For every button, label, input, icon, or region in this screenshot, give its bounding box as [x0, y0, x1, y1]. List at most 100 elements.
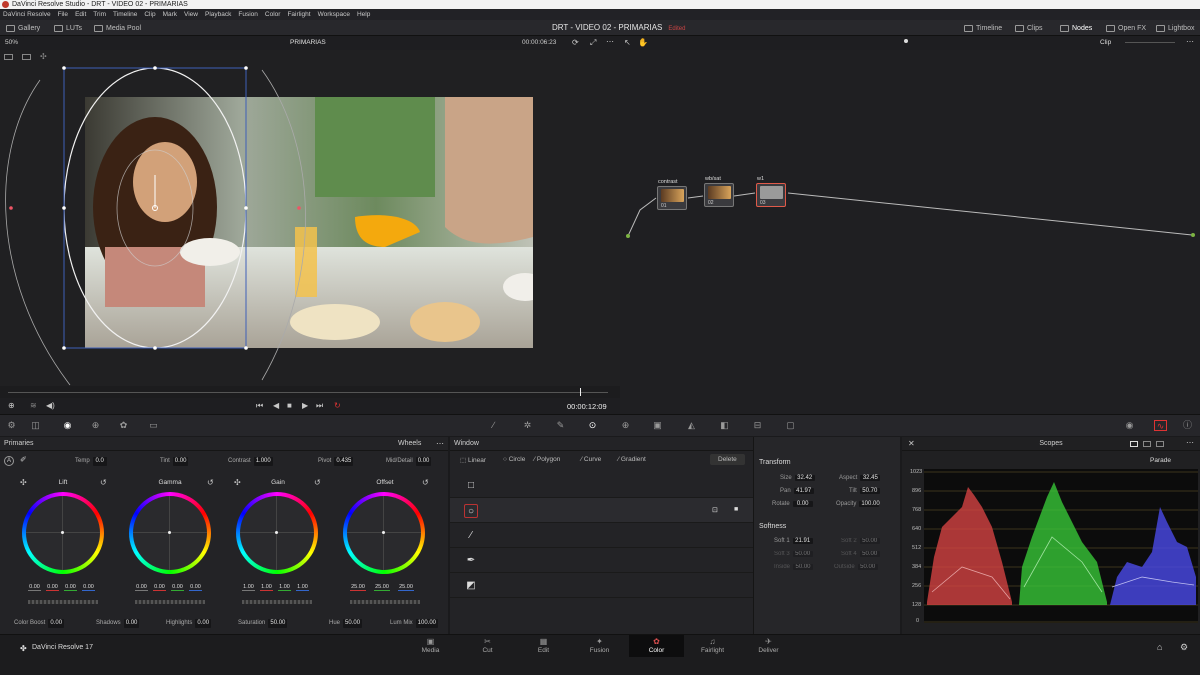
linear-tool[interactable]: ⬚ Linear [460, 456, 486, 464]
soft2-field[interactable]: Soft 2 50.00 [841, 538, 880, 544]
tab-deliver[interactable]: ✈ Deliver [741, 635, 796, 657]
fullscreen-icon[interactable]: ⤢ [590, 38, 596, 48]
menu-fusion[interactable]: Fusion [238, 11, 258, 18]
3d-icon[interactable]: ▢ [785, 420, 796, 431]
rotate-field[interactable]: Rotate 0.00 [772, 501, 813, 507]
gamma-reset-icon[interactable]: ↺ [207, 478, 214, 487]
lift-master-slider[interactable] [28, 600, 98, 604]
color-match-icon[interactable]: ◫ [30, 420, 41, 431]
stop-icon[interactable]: ■ [287, 401, 292, 410]
gain-picker-icon[interactable]: ✣ [234, 478, 241, 487]
gain-values[interactable]: 1.00 1.00 1.00 1.00 [242, 584, 309, 591]
tab-color[interactable]: ✿ Color [629, 635, 684, 657]
layers-icon[interactable]: ≋ [30, 401, 37, 410]
settings-icon[interactable]: ⚙ [1180, 642, 1188, 653]
soft1-field[interactable]: Soft 1 21.91 [774, 538, 813, 544]
polygon-tool[interactable]: ∕ Polygon [534, 456, 560, 463]
lift-wheel[interactable] [22, 492, 104, 574]
tab-media[interactable]: ▣ Media [403, 635, 458, 657]
hue-field[interactable]: Hue 50.00 [329, 619, 363, 628]
view-options-icon[interactable]: ⊕ [8, 401, 15, 410]
menu-playback[interactable]: Playback [205, 11, 231, 18]
scope-dual-icon[interactable] [1143, 441, 1151, 447]
offset-values[interactable]: 25.00 25.00 25.00 [350, 584, 414, 591]
pan-field[interactable]: Pan 41.97 [780, 488, 814, 494]
scopes-toggle-icon[interactable]: ∿ [1154, 420, 1167, 431]
luts-button[interactable]: LUTs [54, 23, 82, 33]
lightbox-button[interactable]: Lightbox [1156, 23, 1194, 33]
open-fx-button[interactable]: Open FX [1106, 23, 1146, 33]
color-boost-field[interactable]: Color Boost 0.00 [14, 619, 65, 628]
curves-icon[interactable]: ∕ [488, 420, 499, 431]
tab-edit[interactable]: ▦ Edit [516, 635, 571, 657]
aspect-field[interactable]: Aspect 32.45 [839, 475, 881, 481]
node-zoom-slider[interactable] [1125, 42, 1175, 43]
menu-help[interactable]: Help [357, 11, 370, 18]
pivot-field[interactable]: Pivot 0.435 [318, 457, 354, 466]
menu-trim[interactable]: Trim [93, 11, 106, 18]
primaries-more-icon[interactable]: ⋯ [436, 437, 444, 451]
saturation-field[interactable]: Saturation 50.00 [238, 619, 288, 628]
window-row-circle[interactable]: ○ ⊡ ■ [450, 498, 753, 523]
first-frame-icon[interactable]: ⏮ [256, 401, 263, 411]
window-tool-icon[interactable]: ⊙ [587, 420, 598, 431]
gain-master-slider[interactable] [242, 600, 312, 604]
pointer-icon[interactable]: ↖ [624, 38, 631, 47]
primaries-mode-select[interactable]: Wheels [398, 437, 421, 451]
opacity-field[interactable]: Opacity 100.00 [836, 501, 880, 507]
window-row-polygon[interactable]: ∕ [450, 523, 753, 548]
tilt-field[interactable]: Tilt 50.70 [849, 488, 880, 494]
loop-icon[interactable]: ⟳ [572, 38, 579, 47]
scopes-more-icon[interactable]: ⋯ [1186, 438, 1194, 447]
square-window-icon[interactable]: □ [464, 479, 478, 493]
node-03[interactable]: w1 03 [756, 176, 786, 207]
more-options-icon[interactable]: ⋯ [606, 37, 614, 46]
menu-file[interactable]: File [58, 11, 68, 18]
lift-values[interactable]: 0.00 0.00 0.00 0.00 [28, 584, 95, 591]
playhead[interactable] [580, 388, 581, 396]
hdr-icon[interactable]: ▭ [148, 420, 159, 431]
picker-icon[interactable]: ✐ [20, 455, 27, 464]
nodes-button[interactable]: Nodes [1060, 23, 1092, 33]
gradient-tool[interactable]: ∕ Gradient [618, 456, 646, 463]
zoom-select[interactable]: 50% [5, 39, 18, 46]
home-icon[interactable]: ⌂ [1157, 642, 1162, 652]
window-row-gradient[interactable]: ◩ [450, 573, 753, 598]
gradient-window-icon[interactable]: ◩ [464, 579, 478, 593]
node-01[interactable]: contrast 01 [657, 179, 687, 210]
tint-field[interactable]: Tint 0.00 [160, 457, 189, 466]
shadows-field[interactable]: Shadows 0.00 [96, 619, 140, 628]
tracker-icon[interactable]: ⊕ [620, 420, 631, 431]
gallery-button[interactable]: Gallery [6, 23, 40, 33]
contrast-field[interactable]: Contrast 1.000 [228, 457, 273, 466]
curve-tool[interactable]: ∕ Curve [581, 456, 601, 463]
menu-view[interactable]: View [184, 11, 198, 18]
close-scopes-icon[interactable]: ✕ [908, 439, 915, 448]
scope-single-icon[interactable] [1130, 441, 1138, 447]
menu-clip[interactable]: Clip [144, 11, 155, 18]
qualifier-icon[interactable]: ✎ [555, 420, 566, 431]
power-window-overlay[interactable] [0, 50, 620, 386]
window-row-curve[interactable]: ✒ [450, 548, 753, 573]
color-wheels-icon[interactable]: ◉ [62, 420, 73, 431]
offset-wheel[interactable] [343, 492, 425, 574]
middetail-field[interactable]: Mid/Detail 0.00 [386, 457, 432, 466]
blur-icon[interactable]: ◭ [686, 420, 697, 431]
circle-tool[interactable]: ○ Circle [503, 456, 525, 463]
play-reverse-icon[interactable]: ◀ [273, 401, 279, 410]
offset-reset-icon[interactable]: ↺ [422, 478, 429, 487]
circle-window-icon[interactable]: ○ [464, 504, 478, 518]
gain-wheel[interactable] [236, 492, 318, 574]
eye-icon[interactable]: ◉ [1124, 420, 1135, 431]
play-icon[interactable]: ▶ [302, 401, 308, 410]
tab-cut[interactable]: ✂ Cut [460, 635, 515, 657]
media-pool-button[interactable]: Media Pool [94, 23, 141, 33]
menu-workspace[interactable]: Workspace [318, 11, 350, 18]
clips-button[interactable]: Clips [1015, 23, 1043, 33]
magic-mask-icon[interactable]: ▣ [652, 420, 663, 431]
window-enable-icon[interactable]: ■ [734, 506, 738, 513]
menu-color[interactable]: Color [265, 11, 281, 18]
motion-effects-icon[interactable]: ✿ [118, 420, 129, 431]
temp-field[interactable]: Temp 0.0 [75, 457, 107, 466]
camera-raw-icon[interactable]: ⚙ [6, 420, 17, 431]
